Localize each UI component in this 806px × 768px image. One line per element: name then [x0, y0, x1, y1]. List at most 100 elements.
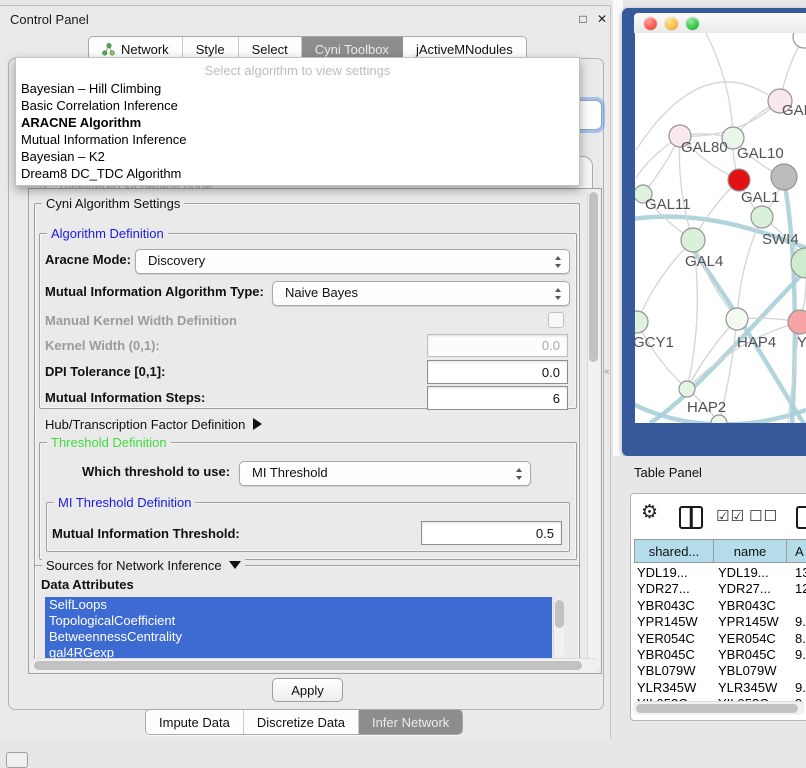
close-traffic-light-icon[interactable]: [644, 17, 657, 30]
tab-infer-network[interactable]: Infer Network: [359, 710, 462, 734]
algorithm-option[interactable]: Mutual Information Inference: [16, 131, 579, 148]
attribute-list-item[interactable]: TopologicalCoefficient: [45, 613, 552, 629]
network-node[interactable]: [728, 169, 750, 191]
network-node[interactable]: [679, 381, 695, 397]
which-threshold-value: MI Threshold: [252, 465, 328, 480]
which-threshold-label: Which threshold to use:: [82, 464, 230, 479]
algorithm-dropdown-popup: Select algorithm to view settings Bayesi…: [15, 57, 580, 186]
settings-horizontal-scrollbar[interactable]: [30, 658, 598, 672]
mi-algorithm-type-value: Naive Bayes: [285, 285, 358, 300]
sources-group-title[interactable]: Sources for Network Inference: [42, 558, 245, 573]
algorithm-option[interactable]: Bayesian – Hill Climbing: [16, 80, 579, 97]
table-row[interactable]: YPR145WYPR145W9.: [634, 614, 806, 630]
stepper-icon: [516, 468, 523, 480]
network-node[interactable]: [726, 308, 748, 330]
column-header-name[interactable]: name: [713, 539, 786, 563]
table-row[interactable]: YER054CYER054C8.: [634, 631, 806, 647]
table-cell: 9.: [786, 647, 806, 663]
table-row[interactable]: YLR345WYLR345W9.: [634, 680, 806, 696]
mi-algorithm-type-combobox[interactable]: Naive Bayes: [272, 281, 570, 306]
node-label: GAL10: [737, 145, 784, 162]
hub-definition-toggle[interactable]: Hub/Transcription Factor Definition: [45, 417, 262, 432]
table-row[interactable]: YBR045CYBR045C9.: [634, 647, 806, 663]
network-canvas[interactable]: GALGAL80GAL10GAL1GAL11SWI4GAL4GCY1HAP4YH…: [635, 33, 806, 423]
table-horizontal-scrollbar[interactable]: [633, 701, 805, 715]
zoom-traffic-light-icon[interactable]: [686, 17, 699, 30]
network-node[interactable]: [788, 310, 806, 334]
kernel-width-label: Kernel Width (0,1):: [45, 324, 160, 353]
algorithm-option[interactable]: Bayesian – K2: [16, 148, 579, 165]
splitter-handle[interactable]: «: [604, 366, 610, 377]
table-cell: 9.: [786, 680, 806, 696]
mi-threshold-group-title: MI Threshold Definition: [54, 495, 195, 510]
table-row[interactable]: YDR27...YDR27...12: [634, 581, 806, 597]
scrollbar-thumb[interactable]: [34, 661, 582, 670]
split-columns-icon[interactable]: [679, 506, 703, 529]
mi-steps-field[interactable]: 6: [427, 386, 568, 410]
node-label: SWI4: [762, 231, 799, 248]
scrollbar-thumb[interactable]: [589, 192, 598, 362]
attribute-list-item[interactable]: BetweennessCentrality: [45, 629, 552, 645]
dpi-tolerance-field[interactable]: 0.0: [427, 360, 568, 384]
scrollbar-thumb[interactable]: [555, 600, 564, 628]
expanded-arrow-icon: [229, 561, 241, 569]
table-cell: YDR27...: [713, 581, 786, 597]
network-edge: [784, 180, 795, 423]
manual-kernel-width-checkbox[interactable]: [548, 312, 564, 328]
algorithm-option[interactable]: Basic Correlation Inference: [16, 97, 579, 114]
network-window-titlebar[interactable]: [634, 13, 806, 33]
scrollbar-thumb[interactable]: [636, 704, 798, 713]
gear-icon[interactable]: ⚙: [641, 503, 658, 523]
minimize-traffic-light-icon[interactable]: [665, 17, 678, 30]
table-cell: YDL19...: [634, 565, 713, 581]
network-edge: [635, 230, 637, 322]
dpi-tolerance-label: DPI Tolerance [0,1]:: [45, 364, 165, 379]
table-cell: 13: [786, 565, 806, 581]
minimized-panel-button[interactable]: [6, 752, 28, 768]
network-node[interactable]: [793, 33, 806, 48]
which-threshold-combobox[interactable]: MI Threshold: [239, 461, 531, 486]
table-cell: YBL079W: [713, 663, 786, 679]
node-label: GAL80: [681, 139, 728, 156]
node-label: GAL11: [645, 196, 691, 213]
table-cell: [786, 598, 806, 614]
algorithm-option[interactable]: ARACNE Algorithm: [16, 114, 579, 131]
aracne-mode-combobox[interactable]: Discovery: [135, 249, 570, 274]
algorithm-popup-hint: Select algorithm to view settings: [16, 62, 579, 80]
table-row[interactable]: YBL079WYBL079W: [634, 663, 806, 679]
table-cell: YDR27...: [634, 581, 713, 597]
table-cell: YBL079W: [634, 663, 713, 679]
network-edge: [637, 322, 687, 389]
aracne-mode-value: Discovery: [148, 253, 205, 268]
network-node[interactable]: [771, 164, 797, 190]
column-header-shared-name[interactable]: shared...: [634, 539, 713, 563]
select-all-checkboxes-icon[interactable]: ☑☑: [716, 507, 745, 525]
table-row[interactable]: YDL19...YDL19...13: [634, 565, 806, 581]
network-node[interactable]: [751, 206, 773, 228]
table-cell: [786, 663, 806, 679]
kernel-width-field[interactable]: 0.0: [427, 334, 568, 357]
close-icon[interactable]: ✕: [595, 12, 609, 26]
attributes-list-scrollbar[interactable]: [553, 598, 564, 658]
network-node[interactable]: [681, 228, 705, 252]
table-cell: YBR045C: [634, 647, 713, 663]
deselect-all-checkboxes-icon[interactable]: ☐☐: [749, 507, 778, 525]
network-edge: [706, 33, 733, 138]
node-label: GAL1: [741, 189, 779, 206]
settings-vertical-scrollbar[interactable]: [587, 190, 600, 670]
tab-discretize-data[interactable]: Discretize Data: [244, 710, 359, 734]
mi-threshold-field[interactable]: 0.5: [421, 521, 562, 545]
network-node[interactable]: [635, 311, 648, 333]
algorithm-option[interactable]: Dream8 DC_TDC Algorithm: [16, 165, 579, 182]
tab-label: Select: [252, 42, 288, 57]
tab-impute-data[interactable]: Impute Data: [146, 710, 244, 734]
attribute-list-item[interactable]: gal4RGexp: [45, 645, 552, 659]
table-row[interactable]: YBR043CYBR043C: [634, 598, 806, 614]
apply-button[interactable]: Apply: [272, 678, 343, 702]
table-cell: YER054C: [634, 631, 713, 647]
partial-toolbar-icon[interactable]: [796, 506, 806, 529]
column-header-partial[interactable]: A: [786, 539, 806, 563]
attribute-list-item[interactable]: SelfLoops: [45, 597, 552, 613]
float-window-icon[interactable]: □: [576, 12, 590, 26]
mi-threshold-label: Mutual Information Threshold:: [52, 526, 240, 541]
